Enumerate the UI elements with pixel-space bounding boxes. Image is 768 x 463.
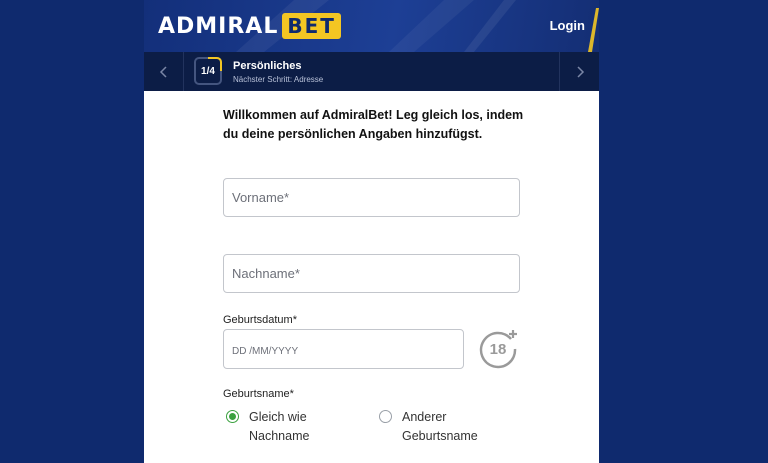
- site-header: ADMIRAL BET Login: [144, 0, 599, 52]
- registration-panel: ADMIRAL BET Login 1/4 Persönliches Nächs…: [144, 0, 599, 463]
- age-18-plus-icon: 18: [479, 330, 517, 369]
- radio-label-same: Gleich wie Nachname: [249, 410, 310, 443]
- logo-text-bet: BET: [282, 13, 341, 39]
- svg-text:18: 18: [490, 341, 507, 358]
- dob-label: Geburtsdatum*: [223, 314, 297, 326]
- last-name-input[interactable]: [223, 254, 520, 293]
- radio-unchecked[interactable]: [379, 410, 392, 423]
- date-of-birth-input[interactable]: [223, 329, 464, 369]
- previous-step-button[interactable]: [144, 52, 184, 91]
- step-progress-badge: 1/4: [194, 57, 222, 85]
- radio-checked[interactable]: [226, 410, 239, 423]
- birth-name-option-other[interactable]: Anderer Geburtsname: [379, 408, 492, 446]
- chevron-right-icon: [576, 65, 584, 78]
- radio-label-other: Anderer Geburtsname: [402, 410, 478, 443]
- next-step-button[interactable]: [559, 52, 599, 91]
- welcome-text: Willkommen auf AdmiralBet! Leg gleich lo…: [223, 108, 524, 141]
- next-step-text: Nächster Schritt: Adresse: [233, 75, 324, 84]
- admiralbet-logo[interactable]: ADMIRAL BET: [158, 12, 341, 40]
- first-name-input[interactable]: [223, 178, 520, 217]
- step-title: Persönliches: [233, 60, 302, 72]
- logo-text-admiral: ADMIRAL: [158, 13, 279, 39]
- progress-arc: [208, 57, 222, 71]
- login-link[interactable]: Login: [550, 18, 585, 33]
- birth-name-label: Geburtsname*: [223, 388, 294, 400]
- chevron-left-icon: [159, 65, 167, 78]
- registration-stepper: 1/4 Persönliches Nächster Schritt: Adres…: [144, 52, 599, 91]
- birth-name-option-same[interactable]: Gleich wie Nachname: [226, 408, 339, 446]
